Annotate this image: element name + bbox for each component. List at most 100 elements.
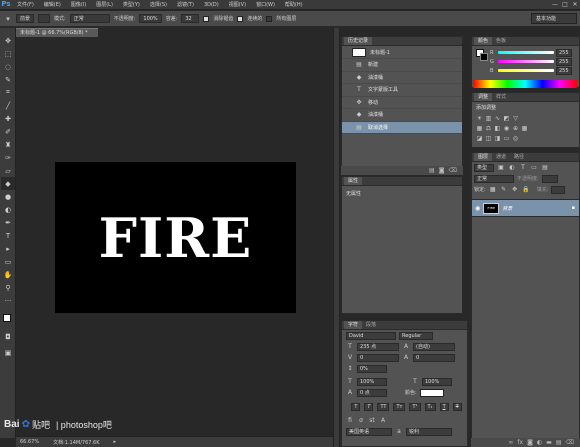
foreground-color-swatch[interactable]: [3, 314, 11, 322]
menu-3d[interactable]: 3D(D): [199, 2, 224, 8]
menu-type[interactable]: 类型(Y): [118, 1, 145, 8]
menu-help[interactable]: 帮助(H): [280, 1, 308, 8]
marquee-tool-icon[interactable]: ⬚: [1, 47, 15, 60]
menu-layer[interactable]: 图层(L): [91, 1, 118, 8]
lasso-tool-icon[interactable]: ◌: [1, 60, 15, 73]
screen-mode-icon[interactable]: ▣: [1, 346, 15, 359]
r-input[interactable]: 255: [556, 48, 572, 57]
antialias-select[interactable]: 锐利: [406, 427, 452, 436]
history-brush-tool-icon[interactable]: ✑: [1, 151, 15, 164]
shape-tool-icon[interactable]: ▭: [1, 255, 15, 268]
type-tool-icon[interactable]: T: [1, 229, 15, 242]
color-balance-icon[interactable]: ⚖: [484, 124, 493, 132]
quick-mask-icon[interactable]: ◘: [1, 330, 15, 343]
lookup-icon[interactable]: ▦: [520, 124, 529, 132]
curves-icon[interactable]: ∿: [493, 114, 502, 122]
b-input[interactable]: 255: [556, 66, 572, 75]
g-slider[interactable]: [498, 60, 554, 63]
blend-mode-select[interactable]: 正常: [474, 174, 514, 183]
all-caps-button[interactable]: TT: [377, 402, 390, 411]
tab-properties[interactable]: 属性: [344, 177, 363, 185]
mask-icon[interactable]: ◙: [527, 439, 533, 446]
scale-v-input[interactable]: 100%: [357, 377, 387, 386]
stamp-tool-icon[interactable]: ♜: [1, 138, 15, 151]
new-document-icon[interactable]: ▤: [429, 167, 435, 174]
close-button[interactable]: ✕: [570, 1, 580, 9]
history-item[interactable]: T 文字蒙版工具: [342, 84, 462, 97]
antialias-checkbox[interactable]: [203, 15, 210, 22]
lock-pixels-icon[interactable]: ▦: [489, 186, 497, 193]
subscript-button[interactable]: T₁: [424, 402, 436, 411]
path-select-tool-icon[interactable]: ▸: [1, 242, 15, 255]
layer-kind-select[interactable]: 类型: [474, 163, 494, 172]
lock-paint-icon[interactable]: ✎: [500, 186, 508, 193]
menu-edit[interactable]: 编辑(E): [39, 1, 66, 8]
tab-layers[interactable]: 图层: [474, 153, 493, 161]
faux-bold-button[interactable]: T: [351, 402, 361, 411]
vibrance-icon[interactable]: ▽: [511, 114, 520, 122]
history-item[interactable]: ◆ 油漆桶: [342, 109, 462, 122]
link-icon[interactable]: ∞: [508, 439, 513, 446]
leading-input[interactable]: (自动): [413, 342, 455, 351]
tab-styles[interactable]: 样式: [492, 93, 510, 101]
tab-swatches[interactable]: 色板: [492, 37, 510, 45]
contiguous-checkbox[interactable]: [237, 15, 244, 22]
quick-select-tool-icon[interactable]: ✎: [1, 73, 15, 86]
g-input[interactable]: 255: [556, 57, 572, 66]
photo-filter-icon[interactable]: ◉: [502, 124, 511, 132]
eraser-tool-icon[interactable]: ▱: [1, 164, 15, 177]
history-snapshot[interactable]: 未标题-1: [342, 46, 462, 59]
status-arrow-icon[interactable]: ▸: [114, 439, 117, 445]
font-style-select[interactable]: Regular: [399, 331, 433, 340]
filter-smart-icon[interactable]: ▤: [541, 164, 549, 171]
document-canvas[interactable]: FIRE: [55, 162, 296, 313]
vertical-scale-input[interactable]: 0%: [357, 364, 387, 373]
document-tab[interactable]: 未标题-1 @ 66.7%(RGB/8) *: [16, 28, 98, 37]
tab-history[interactable]: 历史记录: [344, 37, 373, 45]
superscript-button[interactable]: T¹: [409, 402, 421, 411]
layer-name[interactable]: 背景: [502, 205, 512, 212]
font-size-input[interactable]: 235 点: [357, 342, 399, 351]
layer-row-background[interactable]: ◉ FIRE 背景 ▪: [472, 199, 579, 217]
tab-paths[interactable]: 路径: [510, 153, 528, 161]
menu-view[interactable]: 视图(V): [224, 1, 251, 8]
dodge-tool-icon[interactable]: ◐: [1, 203, 15, 216]
filter-shape-icon[interactable]: ▭: [530, 164, 538, 171]
layer-opacity-input[interactable]: [541, 174, 558, 183]
paint-bucket-tool-icon[interactable]: ▾: [4, 15, 12, 23]
brush-tool-icon[interactable]: ✐: [1, 125, 15, 138]
menu-filter[interactable]: 滤镜(T): [172, 1, 199, 8]
zoom-level[interactable]: 66.67%: [20, 439, 39, 445]
kerning-input[interactable]: 0: [357, 353, 399, 362]
tab-character[interactable]: 字符: [344, 321, 363, 329]
minimize-button[interactable]: —: [550, 1, 560, 9]
menu-window[interactable]: 窗口(W): [251, 1, 280, 8]
history-item[interactable]: ▤ 新建: [342, 59, 462, 72]
blur-tool-icon[interactable]: ●: [1, 190, 15, 203]
exposure-icon[interactable]: ◩: [502, 114, 511, 122]
hand-tool-icon[interactable]: ✋: [1, 268, 15, 281]
fx-icon[interactable]: fx: [517, 439, 523, 446]
filter-pixel-icon[interactable]: ▣: [497, 164, 505, 171]
fill-source-select[interactable]: 前景: [16, 14, 35, 23]
menu-file[interactable]: 文件(F): [12, 1, 39, 8]
language-select[interactable]: 美国英语: [346, 427, 392, 436]
tracking-input[interactable]: 0: [413, 353, 455, 362]
hue-icon[interactable]: ▦: [475, 124, 484, 132]
opacity-input[interactable]: 100%: [139, 14, 162, 23]
posterize-icon[interactable]: ◫: [484, 134, 493, 142]
tolerance-input[interactable]: 32: [181, 14, 200, 23]
b-slider[interactable]: [498, 69, 554, 72]
threshold-icon[interactable]: ◨: [493, 134, 502, 142]
filter-adjust-icon[interactable]: ◐: [508, 164, 516, 171]
text-color-swatch[interactable]: [419, 388, 444, 397]
lock-move-icon[interactable]: ✥: [511, 186, 519, 193]
pattern-picker[interactable]: [38, 14, 51, 23]
tab-color[interactable]: 颜色: [474, 37, 493, 45]
healing-tool-icon[interactable]: ✚: [1, 112, 15, 125]
paint-bucket-tool-icon[interactable]: ◆: [1, 177, 15, 190]
brightness-icon[interactable]: ☀: [475, 114, 484, 122]
crop-tool-icon[interactable]: ⌗: [1, 86, 15, 99]
strikethrough-button[interactable]: T: [452, 402, 462, 411]
layer-fill-input[interactable]: [551, 185, 566, 194]
